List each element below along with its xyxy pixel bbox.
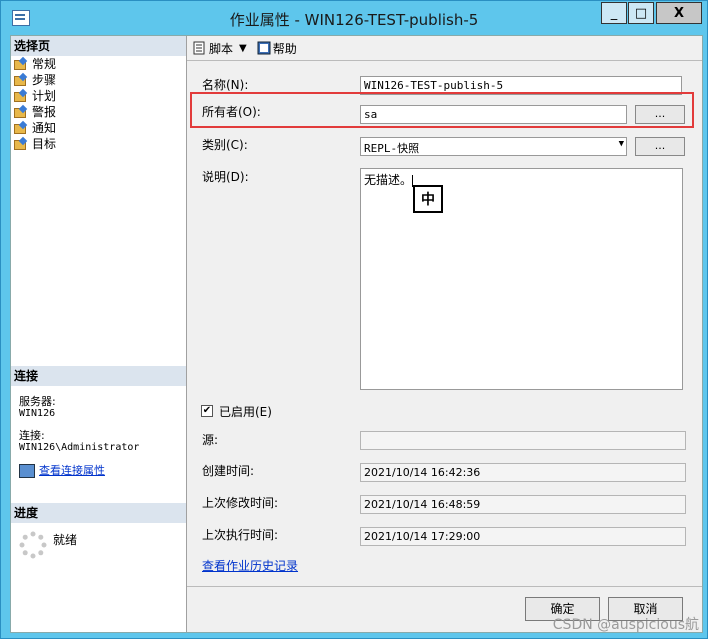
page-item-targets[interactable]: 目标	[11, 136, 186, 152]
page-item-schedule[interactable]: 计划	[11, 88, 186, 104]
modified-field: 2021/10/14 16:48:59	[360, 495, 686, 514]
minimize-button[interactable]: _	[601, 2, 627, 24]
server-label: 服务器:	[19, 395, 56, 408]
toolbar: 脚本 ▼ 帮助	[187, 36, 702, 60]
created-label: 创建时间:	[202, 464, 255, 478]
server-value: WIN126	[19, 408, 56, 419]
name-label: 名称(N):	[202, 78, 249, 92]
connection-header: 连接	[11, 366, 186, 386]
client-area: 选择页 常规 步骤 计划 警报 通知 目标 连接 服务器: WIN126 连接:…	[10, 35, 703, 633]
dropdown-arrow-icon[interactable]: ▼	[619, 139, 624, 149]
owner-browse-button[interactable]: ...	[635, 105, 685, 124]
script-icon	[193, 41, 207, 55]
page-icon	[14, 122, 28, 134]
view-job-history-link[interactable]: 查看作业历史记录	[202, 557, 298, 574]
help-button[interactable]: 帮助	[257, 40, 297, 57]
enabled-checkbox[interactable]: ✔	[201, 405, 213, 417]
job-properties-window: 作业属性 - WIN126-TEST-publish-5 _ □ X 选择页 常…	[0, 0, 708, 639]
source-label: 源:	[202, 433, 219, 447]
script-button[interactable]: 脚本 ▼	[193, 40, 247, 57]
enabled-label: 已启用(E)	[219, 405, 272, 419]
category-browse-button[interactable]: ...	[635, 137, 685, 156]
chevron-down-icon[interactable]: ▼	[239, 43, 247, 54]
page-icon	[14, 106, 28, 118]
connection-properties-icon	[19, 464, 35, 478]
footer-separator	[187, 586, 702, 587]
progress-section: 进度 就绪	[11, 503, 186, 567]
description-textarea[interactable]: 无描述。 中	[360, 168, 683, 390]
source-field	[360, 431, 686, 450]
page-icon	[14, 138, 28, 150]
page-icon	[14, 58, 28, 70]
close-button[interactable]: X	[656, 2, 702, 24]
page-item-notifications[interactable]: 通知	[11, 120, 186, 136]
page-item-steps[interactable]: 步骤	[11, 72, 186, 88]
conn-value: WIN126\Administrator	[19, 442, 140, 453]
progress-spinner-icon	[19, 531, 47, 559]
owner-label: 所有者(O):	[202, 105, 261, 119]
page-icon	[14, 74, 28, 86]
page-icon	[14, 90, 28, 102]
executed-label: 上次执行时间:	[202, 528, 279, 542]
created-field: 2021/10/14 16:42:36	[360, 463, 686, 482]
watermark: CSDN @auspicious航	[552, 617, 699, 633]
left-pane: 选择页 常规 步骤 计划 警报 通知 目标 连接 服务器: WIN126 连接:…	[11, 36, 187, 632]
progress-status: 就绪	[53, 533, 78, 547]
right-pane: 脚本 ▼ 帮助 名称(N): WIN126-TEST-publish-5 所有者…	[187, 36, 702, 632]
page-item-alerts[interactable]: 警报	[11, 104, 186, 120]
view-connection-properties-link[interactable]: 查看连接属性	[39, 465, 105, 477]
page-item-general[interactable]: 常规	[11, 56, 186, 72]
modified-label: 上次修改时间:	[202, 496, 279, 510]
owner-field[interactable]: sa	[360, 105, 627, 124]
select-page-header: 选择页	[11, 36, 186, 56]
title-bar[interactable]: 作业属性 - WIN126-TEST-publish-5 _ □ X	[1, 1, 707, 35]
description-label: 说明(D):	[202, 170, 249, 184]
ime-indicator: 中	[413, 185, 443, 213]
help-icon	[257, 41, 271, 55]
progress-header: 进度	[11, 503, 186, 523]
category-select[interactable]: REPL-快照 ▼	[360, 137, 627, 156]
conn-label: 连接:	[19, 429, 45, 442]
connection-section: 连接 服务器: WIN126 连接: WIN126\Administrator …	[11, 366, 186, 480]
category-label: 类别(C):	[202, 138, 248, 152]
maximize-button[interactable]: □	[628, 2, 654, 24]
toolbar-separator	[187, 60, 702, 61]
executed-field: 2021/10/14 17:29:00	[360, 527, 686, 546]
